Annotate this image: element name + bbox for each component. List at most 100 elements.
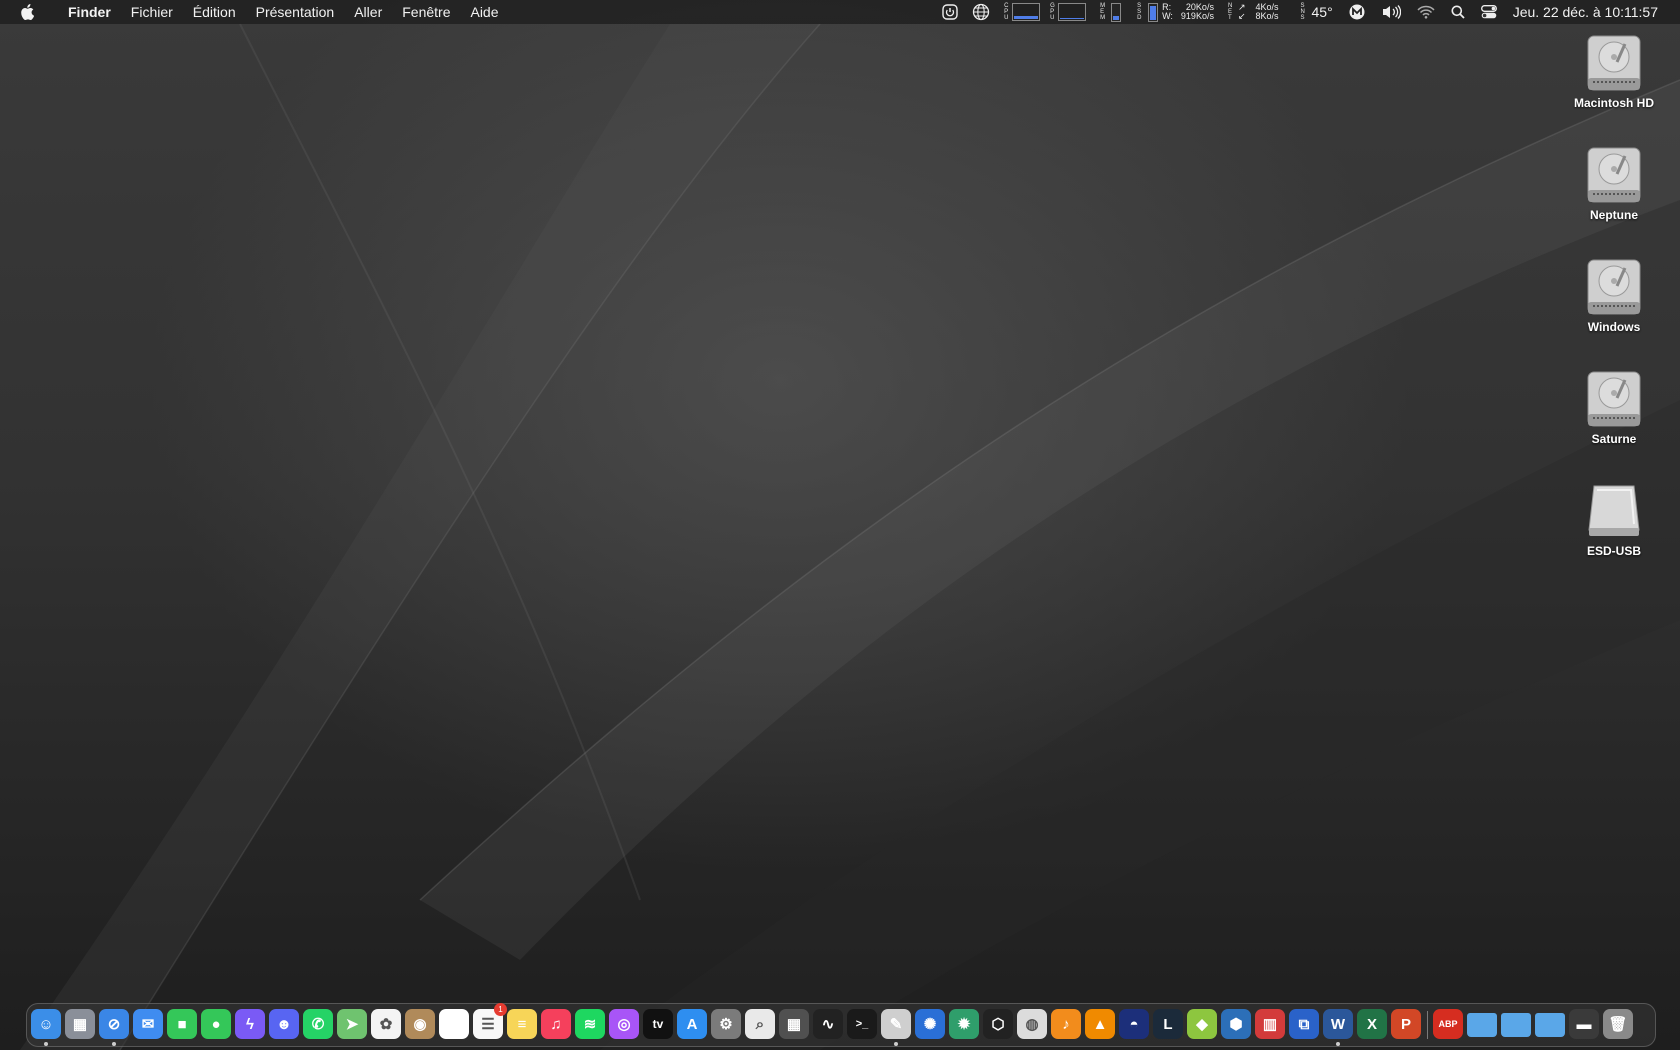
overwatch-glyph: ◓ [1129,1015,1139,1033]
dock-trash-icon[interactable]: 🗑 [1603,1009,1633,1039]
dock-calendar-icon[interactable] [439,1009,469,1039]
dock-podcasts-icon[interactable]: ◎ [609,1009,639,1039]
menu-presentation[interactable]: Présentation [246,0,345,24]
dock-league-of-legends-icon[interactable]: L [1153,1009,1183,1039]
powerpoint-glyph: P [1400,1015,1411,1033]
malwarebytes-icon[interactable] [1349,0,1365,24]
dock-word-icon[interactable]: W [1323,1009,1353,1039]
dock-parallels-icon[interactable]: ▥ [1255,1009,1285,1039]
dock-maps-icon[interactable]: ➤ [337,1009,367,1039]
desktop-volume-esd-usb[interactable]: ESD-USB [1554,482,1674,558]
dock-unity-icon[interactable]: ⬡ [983,1009,1013,1039]
dock-adblock-plus-icon[interactable]: ABP [1433,1009,1463,1039]
gpu-graph [1058,3,1087,21]
remote-desktop-glyph: ⧉ [1298,1015,1310,1033]
power-icon[interactable] [942,0,958,24]
dock-3d-app-icon[interactable]: ◆ [1187,1009,1217,1039]
dock-excel-icon[interactable]: X [1357,1009,1387,1039]
dock-finder-icon[interactable]: ☺ [31,1009,61,1039]
dock-app-store-icon[interactable]: A [677,1009,707,1039]
launchpad-glyph: ▦ [72,1016,88,1033]
desktop-volume-macintosh-hd[interactable]: Macintosh HD [1554,34,1674,110]
wifi-icon[interactable] [1417,0,1435,24]
dock-discord-icon[interactable]: ☻ [269,1009,299,1039]
memory-monitor[interactable]: MEM [1100,0,1123,24]
menu-fichier[interactable]: Fichier [121,0,183,24]
volume-icon[interactable] [1381,0,1401,24]
dock-virtualbox-icon[interactable]: ⬢ [1221,1009,1251,1039]
dock-vlc-icon[interactable]: ▲ [1085,1009,1115,1039]
preview-glyph: ⌕ [755,1015,765,1033]
dock-reminders-icon[interactable]: ☰ 1 [473,1003,507,1039]
discord-glyph: ☻ [276,1015,292,1033]
trash-glyph: 🗑 [1608,1016,1628,1033]
dock-launchpad-icon[interactable]: ▦ [65,1009,95,1039]
3d-app-glyph: ◆ [1196,1016,1208,1033]
dock-notes-icon[interactable]: ≡ [507,1009,537,1039]
dock-whatsapp-icon[interactable]: ✆ [303,1009,333,1039]
folder-1-glyph [1467,1013,1497,1043]
menubar-clock[interactable]: Jeu. 22 déc. à 10:11:57 [1513,4,1658,20]
running-indicator [44,1042,48,1046]
dock-fl-studio-icon[interactable]: ♪ [1051,1009,1081,1039]
folder-2-glyph [1501,1013,1531,1043]
desktop-volume-neptune[interactable]: Neptune [1554,146,1674,222]
disk-monitor[interactable]: SSD R: W: 20Ko/s 919Ko/s [1137,0,1214,24]
dock-audio-app-icon[interactable]: ✺ [915,1009,945,1039]
dock-system-preferences-icon[interactable]: ⚙ [711,1009,741,1039]
terminal-glyph: >_ [855,1018,869,1030]
finder-glyph: ☺ [38,1015,54,1033]
safari-glyph: ⊘ [107,1016,121,1033]
dock-game-app-icon[interactable]: ✹ [949,1009,979,1039]
apple-logo-icon[interactable] [20,3,38,21]
desktop-volume-windows[interactable]: Windows [1554,258,1674,334]
notes-glyph: ≡ [517,1015,527,1033]
spotlight-search-icon[interactable] [1451,0,1465,24]
dock-messenger-icon[interactable]: ϟ [235,1009,265,1039]
dock-downloads-stack-icon[interactable]: ▬ [1569,1009,1599,1039]
sensor-label: SNS [1300,3,1305,21]
dock-powerpoint-icon[interactable]: P [1391,1009,1421,1039]
calendar-glyph [439,1009,469,1039]
dock-separator [1427,1011,1428,1039]
dock-apple-tv-icon[interactable]: tv [643,1009,673,1039]
cpu-monitor[interactable]: CPU GPU [1004,0,1087,24]
dock-script-editor-icon[interactable]: ✎ [881,1009,911,1039]
dock-music-icon[interactable]: ♫ [541,1009,571,1039]
menu-fenetre[interactable]: Fenêtre [392,0,460,24]
menu-aller[interactable]: Aller [344,0,392,24]
dock-safari-icon[interactable]: ⊘ [99,1009,129,1039]
dock-remote-desktop-icon[interactable]: ⧉ [1289,1009,1319,1039]
desktop-volume-saturne[interactable]: Saturne [1554,370,1674,446]
network-values: 4Ko/s 8Ko/s [1256,3,1279,21]
dock-photos-icon[interactable]: ✿ [371,1009,401,1039]
sensor-monitor[interactable]: SNS 45° [1301,0,1333,24]
dock-activity-monitor-icon[interactable]: ∿ [813,1009,843,1039]
dock-folder-2-icon[interactable] [1501,1013,1531,1037]
dock-terminal-icon[interactable]: >_ [847,1009,877,1039]
dock-overwatch-icon[interactable]: ◓ [1119,1009,1149,1039]
app-store-glyph: A [686,1015,698,1033]
dock-facetime-icon[interactable]: ■ [167,1009,197,1039]
dock-preview-icon[interactable]: ⌕ [745,1009,775,1039]
dock-folder-3-icon[interactable] [1535,1013,1565,1037]
adblock-plus-glyph: ABP [1438,1019,1458,1029]
fl-studio-glyph: ♪ [1062,1015,1070,1033]
dock-spotify-icon[interactable]: ≋ [575,1009,605,1039]
dock-folder-1-icon[interactable] [1467,1013,1497,1037]
dock-messages-icon[interactable]: ● [201,1009,231,1039]
dock-calculator-icon[interactable]: ▦ [779,1009,809,1039]
network-monitor[interactable]: NET ↗ ↙ 4Ko/s 8Ko/s [1228,0,1279,24]
volume-label: Windows [1587,320,1641,334]
dock-disk-utility-icon[interactable]: ◍ [1017,1009,1047,1039]
control-center-icon[interactable] [1480,0,1497,24]
hard-drive-icon [1585,258,1643,316]
menu-app-finder[interactable]: Finder [58,0,121,24]
activity-monitor-glyph: ∿ [821,1016,835,1033]
globe-icon[interactable] [972,0,990,24]
excel-glyph: X [1366,1015,1377,1033]
menu-edition[interactable]: Édition [183,0,246,24]
menu-aide[interactable]: Aide [460,0,508,24]
dock-mail-icon[interactable]: ✉ [133,1009,163,1039]
dock-contacts-icon[interactable]: ◉ [405,1009,435,1039]
